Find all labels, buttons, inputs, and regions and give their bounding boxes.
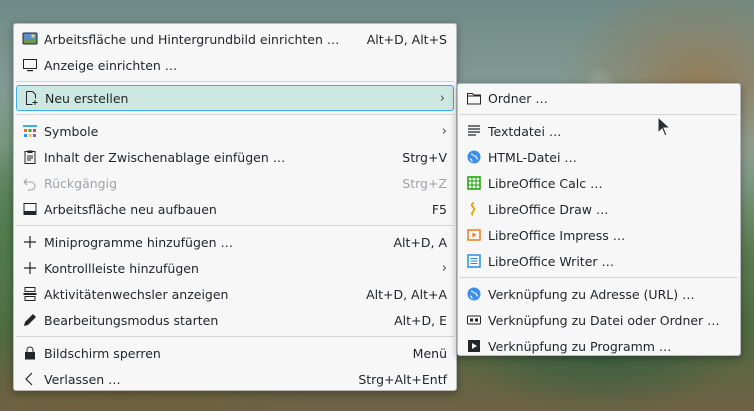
- menu-item-label: Verknüpfung zu Adresse (URL) …: [488, 286, 695, 302]
- menu-item-shortcut: Strg+Z: [402, 175, 447, 191]
- menu-item-label: LibreOffice Writer …: [488, 253, 615, 269]
- link-program-icon: [466, 338, 482, 354]
- submenu-item-link-file-or-folder[interactable]: Verknüpfung zu Datei oder Ordner …: [458, 307, 740, 333]
- menu-item-label: Miniprogramme hinzufügen …: [44, 234, 233, 250]
- menu-item-shortcut: Alt+D, E: [394, 312, 447, 328]
- menu-item-paste-clipboard[interactable]: Inhalt der Zwischenablage einfügen … Str…: [14, 144, 456, 170]
- submenu-item-text-file[interactable]: Textdatei …: [458, 118, 740, 144]
- menu-item-label: Kontrollleiste hinzufügen: [44, 260, 199, 276]
- menu-item-label: Rückgängig: [44, 175, 118, 191]
- menu-item-show-activity-switcher[interactable]: Aktivitätenwechsler anzeigen Alt+D, Alt+…: [14, 281, 456, 307]
- chevron-left-icon: [22, 371, 38, 387]
- submenu-item-link-url[interactable]: Verknüpfung zu Adresse (URL) …: [458, 281, 740, 307]
- menu-item-shortcut: Menü: [412, 345, 447, 361]
- menu-item-shortcut: Strg+V: [402, 149, 447, 165]
- menu-item-undo[interactable]: Rückgängig Strg+Z: [14, 170, 456, 196]
- menu-item-shortcut: Alt+D, A: [393, 234, 447, 250]
- refresh-desktop-icon: [22, 201, 38, 217]
- menu-item-refresh-desktop[interactable]: Arbeitsfläche neu aufbauen F5: [14, 196, 456, 222]
- menu-item-shortcut: Alt+D, Alt+S: [366, 31, 447, 47]
- menu-item-label: Verlassen …: [44, 371, 121, 387]
- menu-item-configure-display[interactable]: Anzeige einrichten …: [14, 52, 456, 78]
- activities-icon: [22, 286, 38, 302]
- plus-icon: [22, 260, 38, 276]
- menu-item-shortcut: Alt+D, Alt+A: [366, 286, 447, 302]
- globe-icon: [466, 149, 482, 165]
- submenu-item-folder[interactable]: Ordner …: [458, 85, 740, 111]
- menu-item-shortcut: Strg+Alt+Entf: [358, 371, 447, 387]
- menu-separator: [460, 114, 738, 115]
- menu-item-label: Anzeige einrichten …: [44, 57, 178, 73]
- new-document-icon: [23, 90, 39, 106]
- menu-item-add-widgets[interactable]: Miniprogramme hinzufügen … Alt+D, A: [14, 229, 456, 255]
- submenu-item-libreoffice-impress[interactable]: LibreOffice Impress …: [458, 222, 740, 248]
- edit-pencil-icon: [22, 312, 38, 328]
- menu-item-label: Arbeitsfläche neu aufbauen: [44, 201, 217, 217]
- desktop-context-menu: Arbeitsfläche und Hintergrundbild einric…: [13, 23, 457, 391]
- menu-item-label: Textdatei …: [488, 123, 562, 139]
- undo-icon: [22, 175, 38, 191]
- menu-item-label: LibreOffice Impress …: [488, 227, 626, 243]
- menu-item-leave[interactable]: Verlassen … Strg+Alt+Entf: [14, 366, 456, 392]
- icon-view-icon: [22, 123, 38, 139]
- menu-item-enter-edit-mode[interactable]: Bearbeitungsmodus starten Alt+D, E: [14, 307, 456, 333]
- lock-icon: [22, 345, 38, 361]
- submenu-item-html-file[interactable]: HTML-Datei …: [458, 144, 740, 170]
- menu-separator: [16, 336, 454, 337]
- menu-item-label: Bildschirm sperren: [44, 345, 161, 361]
- menu-item-label: Verknüpfung zu Programm …: [488, 338, 672, 354]
- plus-icon: [22, 234, 38, 250]
- menu-item-label: Verknüpfung zu Datei oder Ordner …: [488, 312, 720, 328]
- menu-item-create-new[interactable]: Neu erstellen ›: [16, 85, 454, 111]
- menu-separator: [460, 277, 738, 278]
- create-new-submenu: Ordner … Textdatei … HTML-Datei … LibreO…: [457, 83, 741, 356]
- submenu-item-libreoffice-draw[interactable]: LibreOffice Draw …: [458, 196, 740, 222]
- menu-item-label: HTML-Datei …: [488, 149, 577, 165]
- menu-separator: [16, 81, 454, 82]
- menu-item-lock-screen[interactable]: Bildschirm sperren Menü: [14, 340, 456, 366]
- menu-separator: [16, 114, 454, 115]
- submenu-arrow-icon: ›: [441, 123, 447, 139]
- desktop-wallpaper-icon: [22, 31, 38, 47]
- submenu-item-link-program[interactable]: Verknüpfung zu Programm …: [458, 333, 740, 359]
- text-file-icon: [466, 123, 482, 139]
- submenu-item-libreoffice-writer[interactable]: LibreOffice Writer …: [458, 248, 740, 274]
- globe-icon: [466, 286, 482, 302]
- menu-item-label: Symbole: [44, 123, 99, 139]
- submenu-arrow-icon: ›: [441, 260, 447, 276]
- clipboard-icon: [22, 149, 38, 165]
- menu-item-label: Bearbeitungsmodus starten: [44, 312, 219, 328]
- mouse-cursor-icon: [657, 116, 671, 137]
- menu-item-label: LibreOffice Draw …: [488, 201, 609, 217]
- submenu-arrow-icon: ›: [439, 90, 445, 106]
- menu-item-label: Ordner …: [488, 90, 548, 106]
- menu-item-configure-desktop[interactable]: Arbeitsfläche und Hintergrundbild einric…: [14, 26, 456, 52]
- menu-item-label: Aktivitätenwechsler anzeigen: [44, 286, 229, 302]
- libreoffice-calc-icon: [466, 175, 482, 191]
- menu-item-label: Inhalt der Zwischenablage einfügen …: [44, 149, 286, 165]
- libreoffice-writer-icon: [466, 253, 482, 269]
- folder-icon: [466, 90, 482, 106]
- menu-item-label: Neu erstellen: [45, 90, 129, 106]
- libreoffice-draw-icon: [466, 201, 482, 217]
- submenu-item-libreoffice-calc[interactable]: LibreOffice Calc …: [458, 170, 740, 196]
- menu-item-add-panel[interactable]: Kontrollleiste hinzufügen ›: [14, 255, 456, 281]
- menu-item-icons[interactable]: Symbole ›: [14, 118, 456, 144]
- menu-item-label: Arbeitsfläche und Hintergrundbild einric…: [44, 31, 340, 47]
- menu-item-shortcut: F5: [431, 201, 447, 217]
- menu-item-label: LibreOffice Calc …: [488, 175, 603, 191]
- link-file-icon: [466, 312, 482, 328]
- libreoffice-impress-icon: [466, 227, 482, 243]
- menu-separator: [16, 225, 454, 226]
- monitor-icon: [22, 57, 38, 73]
